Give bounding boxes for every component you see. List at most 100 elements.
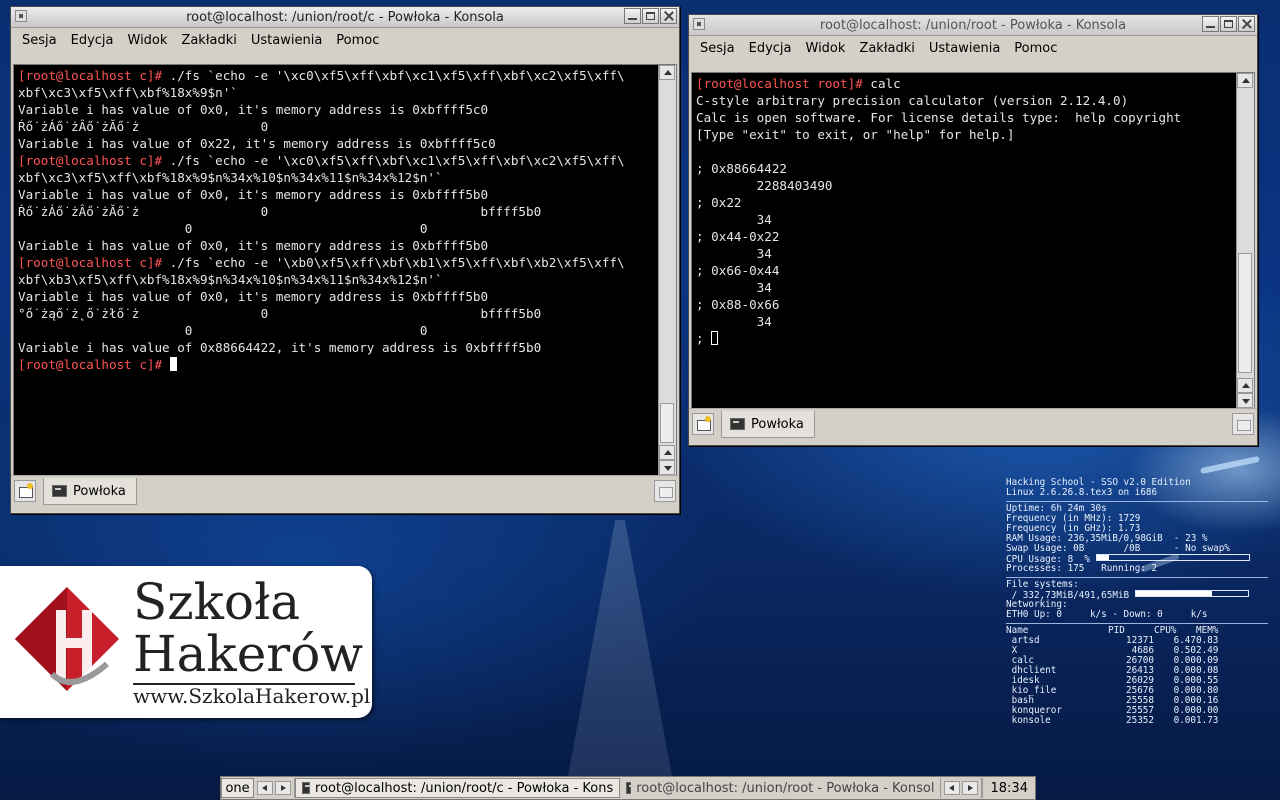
konsole-window-right: root@localhost: /union/root - Powłoka - … xyxy=(688,14,1258,446)
titlebar[interactable]: root@localhost: /union/root/c - Powłoka … xyxy=(11,7,679,28)
tab-powloka[interactable]: Powłoka xyxy=(721,411,815,438)
scrollbar-thumb[interactable] xyxy=(660,403,674,443)
terminal-line-text: 0 0 xyxy=(18,221,428,236)
close-tab-icon[interactable] xyxy=(1232,413,1254,435)
clock[interactable]: 18:34 xyxy=(982,778,1035,798)
close-tab-icon[interactable] xyxy=(654,480,676,502)
taskbar-task-2[interactable]: root@localhost: /union/root - Powłoka - … xyxy=(620,778,942,798)
menu-ustawienia[interactable]: Ustawienia xyxy=(922,41,1007,56)
scroll-up-arrow-bottom[interactable] xyxy=(659,445,675,460)
calc-prompt: ; xyxy=(696,331,712,346)
desktop-switcher[interactable]: one xyxy=(221,778,255,798)
terminal-line: Variable i has value of 0x0, it's memory… xyxy=(18,186,656,203)
cpu-usage-bar-fill xyxy=(1096,555,1109,560)
terminal-line: [root@localhost c]# ./fs `echo -e '\xc0\… xyxy=(18,67,656,84)
divider xyxy=(1006,623,1268,624)
cpu-usage-bar xyxy=(1095,554,1250,561)
terminal-line: Variable i has value of 0x0, it's memory… xyxy=(18,101,656,118)
terminal-line: [root@localhost c]# ./fs `echo -e '\xc0\… xyxy=(18,152,656,169)
scroll-up-arrow-bottom[interactable] xyxy=(1237,378,1253,393)
shell-prompt: [root@localhost c]# xyxy=(18,153,163,168)
wallpaper-road xyxy=(560,520,680,800)
terminal-line: °ő˙żąő˙ż˛ő˙żłő˙ż 0 bffff5b0 xyxy=(18,305,656,322)
scrollbar[interactable] xyxy=(1236,73,1254,408)
terminal-line-text: ; 0x44-0x22 xyxy=(696,229,780,244)
new-tab-icon[interactable] xyxy=(692,413,714,435)
menu-widok[interactable]: Widok xyxy=(121,33,175,48)
close-button[interactable] xyxy=(660,8,677,24)
tab-powloka[interactable]: Powłoka xyxy=(43,478,137,505)
titlebar[interactable]: root@localhost: /union/root - Powłoka - … xyxy=(689,15,1257,36)
terminal-line-text: ./fs `echo -e '\xc0\xf5\xff\xbf\xc1\xf5\… xyxy=(162,68,625,83)
pager-arrows xyxy=(254,778,296,798)
menu-zakladki[interactable]: Zakładki xyxy=(852,41,921,56)
menu-zakladki[interactable]: Zakładki xyxy=(174,33,243,48)
terminal-line-text: xbf\xc3\xf5\xff\xbf%18x%9$n'` xyxy=(18,85,238,100)
menu-ustawienia[interactable]: Ustawienia xyxy=(244,33,329,48)
menubar: Sesja Edycja Widok Zakładki Ustawienia P… xyxy=(689,36,1257,60)
scroll-tasks-left-icon[interactable] xyxy=(944,781,961,795)
taskbar-task-1[interactable]: root@localhost: /union/root/c - Powłoka … xyxy=(295,778,621,798)
close-button[interactable] xyxy=(1238,16,1255,32)
sysmon-kernel: Linux 2.6.26.8.tex3 on i686 xyxy=(1006,487,1158,498)
terminal-line-text: Variable i has value of 0x0, it's memory… xyxy=(18,289,489,304)
terminal-line: 34 xyxy=(696,245,1234,262)
divider xyxy=(1006,501,1268,502)
scrollbar[interactable] xyxy=(658,65,676,475)
scroll-up-arrow[interactable] xyxy=(1237,73,1253,88)
menu-pomoc[interactable]: Pomoc xyxy=(1007,41,1064,56)
menu-widok[interactable]: Widok xyxy=(799,41,853,56)
terminal-line: 34 xyxy=(696,313,1234,330)
terminal-area[interactable]: [root@localhost root]# calc C-style arbit… xyxy=(691,72,1255,409)
terminal-line-text: Variable i has value of 0x0, it's memory… xyxy=(18,238,489,253)
window-menu-icon[interactable] xyxy=(15,10,27,22)
maximize-button[interactable] xyxy=(1220,16,1237,32)
terminal-line: ; 0x88664422 xyxy=(696,160,1234,177)
shell-prompt: [root@localhost c]# xyxy=(18,68,163,83)
menu-sesja[interactable]: Sesja xyxy=(15,33,64,48)
menu-pomoc[interactable]: Pomoc xyxy=(329,33,386,48)
terminal-line: Variable i has value of 0x0, it's memory… xyxy=(18,288,656,305)
terminal-area[interactable]: [root@localhost c]# ./fs `echo -e '\xc0\… xyxy=(13,64,677,476)
window-menu-icon[interactable] xyxy=(693,18,705,30)
terminal-line: [root@localhost c]# xyxy=(18,356,656,373)
terminal-output[interactable]: [root@localhost root]# calc C-style arbit… xyxy=(696,75,1234,408)
next-desktop-icon[interactable] xyxy=(275,781,292,795)
process-value: 25352 xyxy=(1126,715,1154,726)
scroll-tasks-right-icon[interactable] xyxy=(962,781,979,795)
maximize-button[interactable] xyxy=(642,8,659,24)
menu-sesja[interactable]: Sesja xyxy=(693,41,742,56)
menu-edycja[interactable]: Edycja xyxy=(64,33,121,48)
terminal-line: 34 xyxy=(696,279,1234,296)
terminal-output[interactable]: [root@localhost c]# ./fs `echo -e '\xc0\… xyxy=(18,67,656,475)
tab-label: Powłoka xyxy=(73,483,126,499)
new-tab-icon[interactable] xyxy=(14,480,36,502)
terminal-line-text: ; 0x88664422 xyxy=(696,161,787,176)
tab-bar: Powłoka xyxy=(689,408,1257,439)
terminal-line: 0 0 xyxy=(18,220,656,237)
prev-desktop-icon[interactable] xyxy=(257,781,274,795)
minimize-button[interactable] xyxy=(624,8,641,24)
minimize-button[interactable] xyxy=(1202,16,1219,32)
hacker-shield-icon xyxy=(15,587,119,691)
menu-edycja[interactable]: Edycja xyxy=(742,41,799,56)
konsole-window-left: root@localhost: /union/root/c - Powłoka … xyxy=(10,6,680,514)
scroll-up-arrow[interactable] xyxy=(659,65,675,80)
task-label: root@localhost: /union/root - Powłoka - … xyxy=(636,780,935,796)
terminal-line: xbf\xb3\xf5\xff\xbf%18x%9$n%34x%10$n%34x… xyxy=(18,271,656,288)
terminal-line: xbf\xc3\xf5\xff\xbf%18x%9$n'` xyxy=(18,84,656,101)
window-controls xyxy=(624,8,677,24)
terminal-line-text: Ŕő˙żÁő˙żÂő˙żĂő˙ż 0 bffff5b0 xyxy=(18,204,542,219)
terminal-icon xyxy=(626,782,636,794)
terminal-line: Ŕő˙żÁő˙żÂő˙żĂő˙ż 0 bffff5b0 xyxy=(18,203,656,220)
szkola-hakerow-logo: Szkoła Hakerów www.SzkolaHakerow.pl xyxy=(0,566,372,718)
terminal-line: 2288403490 xyxy=(696,177,1234,194)
scroll-down-arrow[interactable] xyxy=(1237,393,1253,408)
process-value: 1.73 xyxy=(1196,715,1219,726)
terminal-line-text: 34 xyxy=(696,212,772,227)
terminal-line-text: [Type "exit" to exit, or "help" for help… xyxy=(696,127,1015,142)
scrollbar-thumb[interactable] xyxy=(1238,253,1252,373)
text-cursor xyxy=(711,331,719,345)
process-value: 0.00 xyxy=(1173,715,1196,726)
scroll-down-arrow[interactable] xyxy=(659,460,675,475)
